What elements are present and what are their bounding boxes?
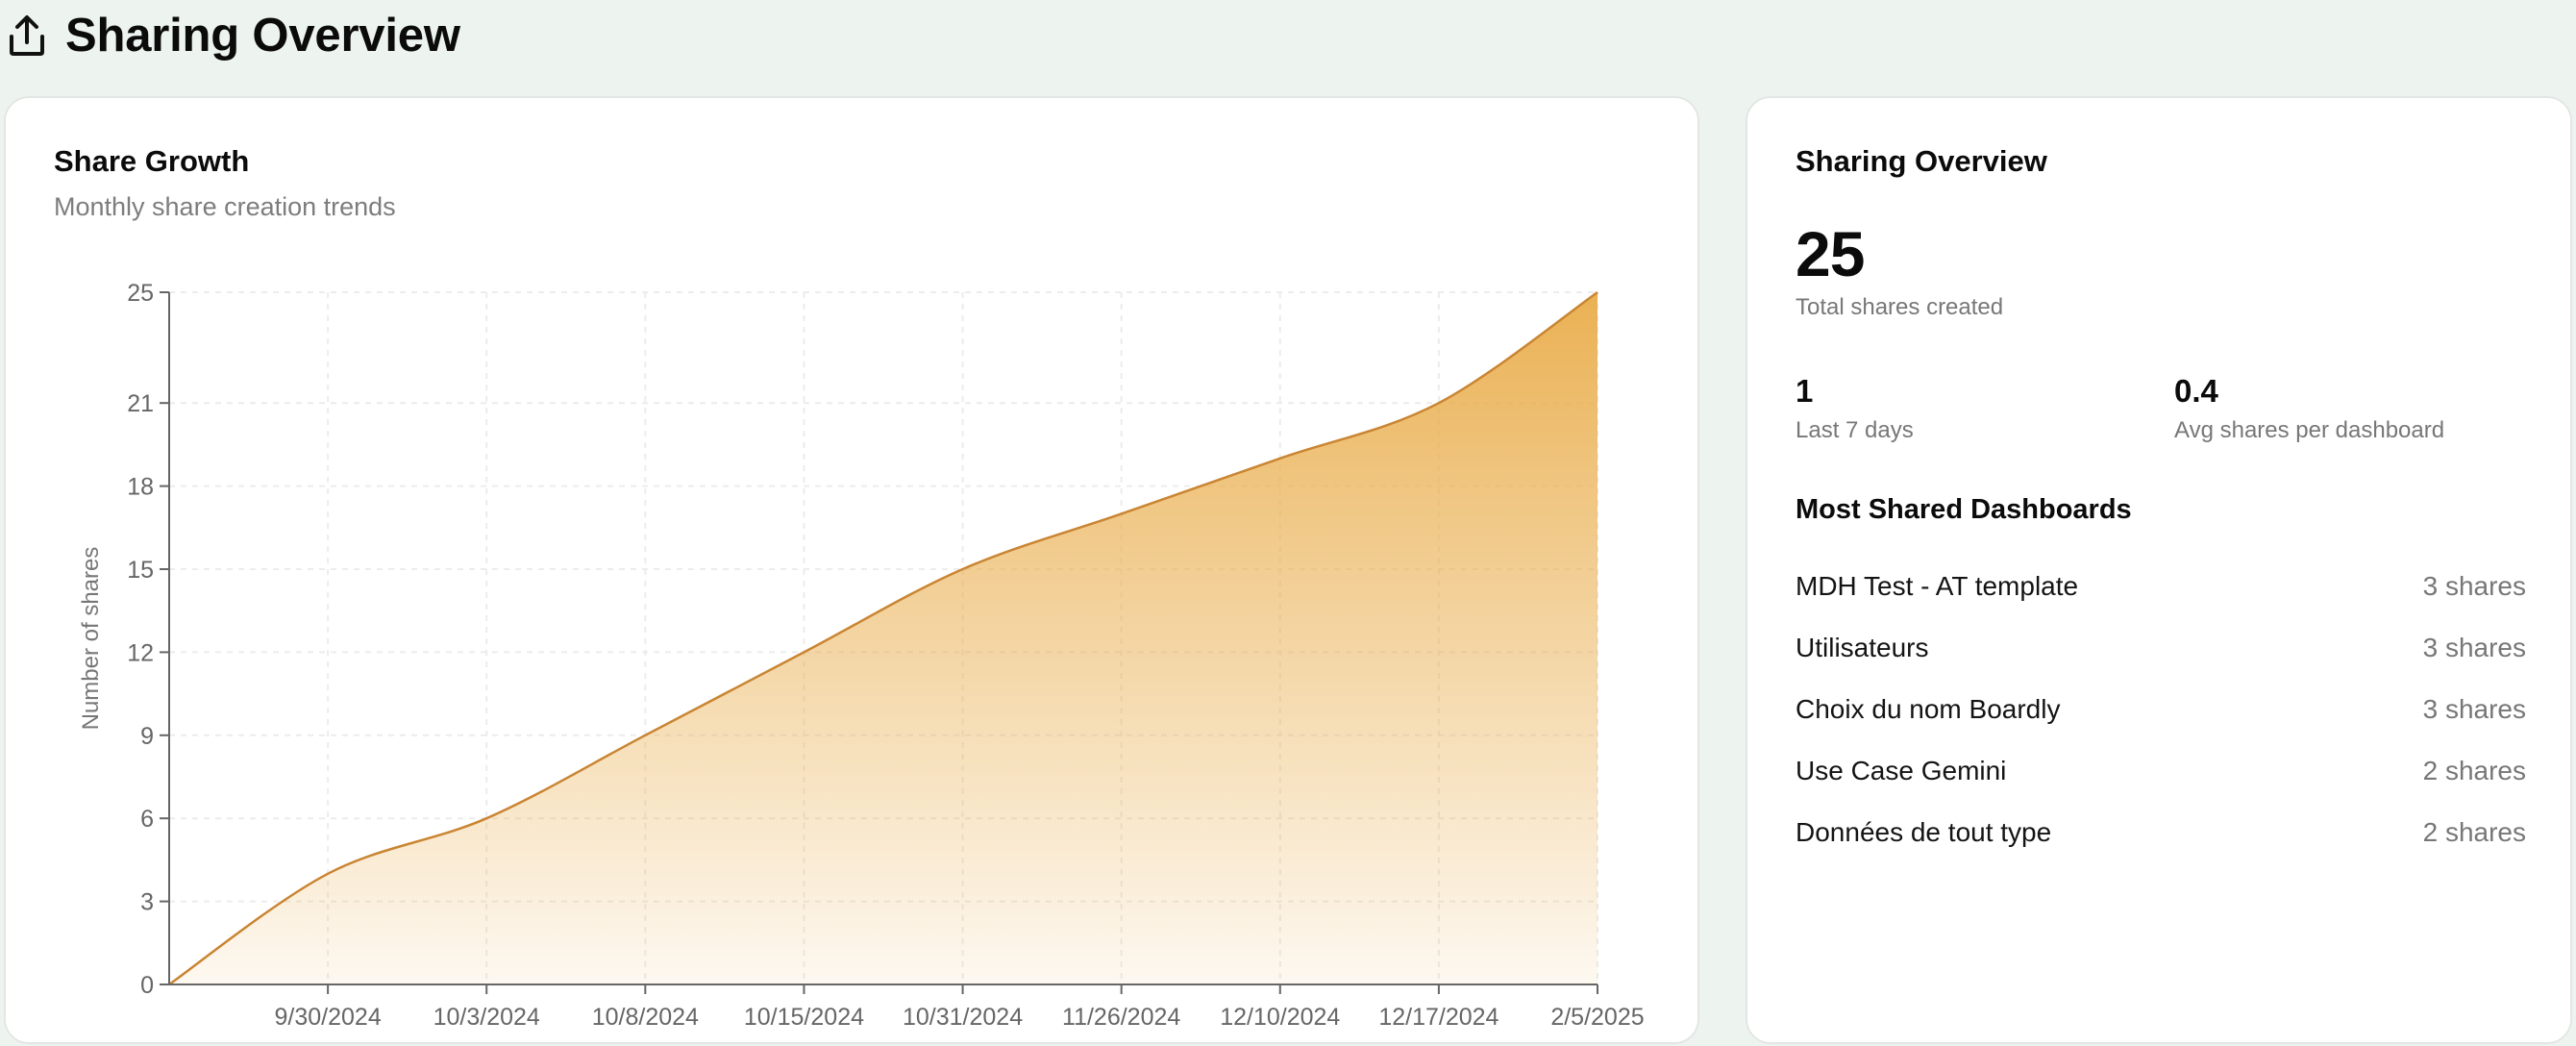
area-fill: [169, 292, 1598, 984]
most-shared-title: Most Shared Dashboards: [1796, 494, 2132, 525]
overview-title: Sharing Overview: [1796, 144, 2047, 178]
dashboard-share-count: 2 shares: [2422, 817, 2526, 847]
list-item[interactable]: MDH Test - AT template 3 shares: [1796, 556, 2526, 617]
list-item[interactable]: Choix du nom Boardly 3 shares: [1796, 679, 2526, 740]
x-tick-label: 10/3/2024: [433, 1004, 540, 1031]
dashboard-name: Choix du nom Boardly: [1796, 694, 2061, 724]
y-tick-label: 0: [140, 972, 154, 999]
list-item[interactable]: Données de tout type 2 shares: [1796, 802, 2526, 863]
x-tick-label: 10/15/2024: [744, 1004, 864, 1031]
y-axis-label: Number of shares: [78, 547, 104, 731]
share-upload-icon: [10, 15, 44, 56]
x-tick-label: 9/30/2024: [275, 1004, 382, 1031]
x-tick-label: 12/17/2024: [1378, 1004, 1499, 1031]
y-tick-label: 6: [140, 806, 154, 833]
x-tick-label: 11/26/2024: [1062, 1004, 1180, 1031]
page-title: Sharing Overview: [65, 10, 460, 62]
dashboard-share-count: 3 shares: [2422, 694, 2526, 724]
y-tick-label: 3: [140, 889, 154, 916]
last-7-days-label: Last 7 days: [1796, 417, 1914, 443]
share-growth-chart: 0 3 6 9 12 15 18 21 25 9/30/2024 10/3/2024 10/8/202…: [78, 280, 1645, 1031]
y-tick-label: 12: [127, 639, 154, 666]
dashboard-share-count: 3 shares: [2422, 633, 2526, 662]
x-tick-label: 12/10/2024: [1220, 1004, 1340, 1031]
avg-shares-label: Avg shares per dashboard: [2174, 417, 2445, 443]
dashboard-name: Données de tout type: [1796, 817, 2052, 847]
list-item[interactable]: Use Case Gemini 2 shares: [1796, 740, 2526, 802]
page-header: Sharing Overview: [4, 6, 460, 65]
avg-shares-value: 0.4: [2174, 373, 2218, 409]
sharing-overview-card: Sharing Overview 25 Total shares created…: [1746, 96, 2572, 1044]
y-tick-label: 21: [127, 390, 154, 417]
y-tick-label: 9: [140, 723, 154, 750]
most-shared-list: MDH Test - AT template 3 shares Utilisat…: [1796, 556, 2526, 863]
dashboard-name: MDH Test - AT template: [1796, 571, 2079, 601]
x-tick-label: 2/5/2025: [1550, 1004, 1644, 1031]
list-item[interactable]: Utilisateurs 3 shares: [1796, 617, 2526, 679]
dashboard-name: Use Case Gemini: [1796, 756, 2007, 785]
last-7-days-value: 1: [1796, 373, 1814, 409]
x-tick-label: 10/31/2024: [903, 1004, 1023, 1031]
y-tick-label: 15: [127, 557, 154, 584]
dashboard-share-count: 3 shares: [2422, 571, 2526, 601]
share-growth-card: Share Growth Monthly share creation tren…: [4, 96, 1699, 1044]
y-tick-label: 18: [127, 474, 154, 501]
total-shares-label: Total shares created: [1796, 294, 2004, 320]
total-shares-value: 25: [1796, 218, 1865, 289]
dashboard-name: Utilisateurs: [1796, 633, 1929, 662]
dashboard-share-count: 2 shares: [2422, 756, 2526, 785]
x-tick-label: 10/8/2024: [592, 1004, 699, 1031]
y-tick-label: 25: [127, 280, 154, 307]
